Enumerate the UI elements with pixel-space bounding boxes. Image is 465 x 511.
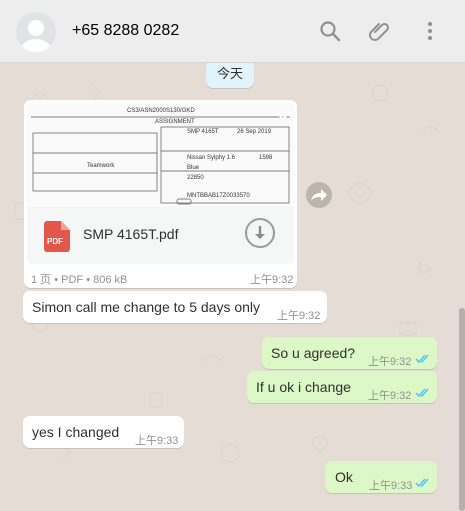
download-button[interactable] (245, 218, 275, 248)
message-bubble-incoming[interactable]: Simon call me change to 5 days only 上午9:… (23, 291, 327, 323)
message-bubble-outgoing[interactable]: So u agreed? 上午9:32 (262, 337, 437, 369)
attach-icon[interactable] (368, 19, 392, 43)
preview-text: SMP 4165T (187, 129, 219, 135)
pdf-icon: PDF (44, 221, 70, 252)
message-text: Simon call me change to 5 days only (32, 299, 261, 315)
download-icon (255, 226, 265, 239)
message-time: 上午9:32 (368, 356, 412, 368)
preview-text: MNTBBAB17Z0033570 (187, 193, 250, 199)
document-preview-image: CS3/ASN2000S130/GKD ASSIGNMENT SMP 4165T… (31, 108, 290, 205)
preview-text: Nissan Sylphy 1.6 (187, 155, 236, 161)
search-icon[interactable] (318, 19, 342, 43)
read-ticks-icon (415, 354, 429, 364)
message-text: So u agreed? (271, 345, 356, 361)
chat-header: +65 8288 0282 (0, 0, 465, 63)
message-text: yes I changed (32, 424, 120, 440)
document-meta: 1 页 • PDF • 806 kB (31, 274, 128, 286)
contact-name[interactable]: +65 8288 0282 (72, 22, 179, 40)
avatar[interactable] (16, 12, 56, 52)
message-time: 上午9:33 (369, 480, 413, 492)
message-bubble-outgoing[interactable]: Ok 上午9:33 (325, 461, 437, 493)
message-text: If u ok i change (256, 379, 351, 395)
document-file-row[interactable]: PDF SMP 4165T.pdf (27, 206, 294, 264)
read-ticks-icon (415, 478, 429, 488)
read-ticks-icon (415, 388, 429, 398)
day-badge: 今天 (206, 63, 254, 88)
forward-icon (311, 189, 327, 201)
preview-text: 26 Sep 2019 (237, 129, 272, 135)
message-bubble-outgoing[interactable]: If u ok i change 上午9:32 (247, 371, 437, 403)
message-text: Ok (335, 469, 353, 485)
avatar-body (21, 39, 51, 52)
message-time: 上午9:33 (135, 435, 179, 447)
message-time: 上午9:32 (368, 390, 412, 402)
chat-pane[interactable]: 今天 CS3/ASN2000S130/GKD ASSIGNMENT SMP 41… (0, 63, 465, 511)
message-time: 上午9:32 (277, 310, 321, 322)
preview-text: CS3/ASN2000S130/GKD (127, 108, 195, 114)
message-time: 上午9:32 (250, 274, 294, 286)
chevron-down-icon (276, 112, 290, 121)
message-bubble-incoming[interactable]: yes I changed 上午9:33 (23, 416, 184, 448)
scrollbar[interactable] (459, 308, 465, 511)
preview-text: Blue (187, 165, 200, 171)
document-preview[interactable]: CS3/ASN2000S130/GKD ASSIGNMENT SMP 4165T… (27, 103, 294, 205)
menu-icon[interactable] (418, 19, 442, 43)
document-message[interactable]: CS3/ASN2000S130/GKD ASSIGNMENT SMP 4165T… (24, 100, 297, 288)
document-filename: SMP 4165T.pdf (83, 226, 179, 242)
preview-text: 1598 (259, 155, 273, 161)
forward-button[interactable] (306, 182, 332, 208)
preview-text: Teamwork (87, 163, 115, 169)
svg-text:PDF: PDF (47, 237, 63, 246)
preview-text: ASSIGNMENT (155, 119, 195, 125)
avatar-head (28, 20, 44, 36)
preview-text: 22850 (187, 175, 204, 181)
